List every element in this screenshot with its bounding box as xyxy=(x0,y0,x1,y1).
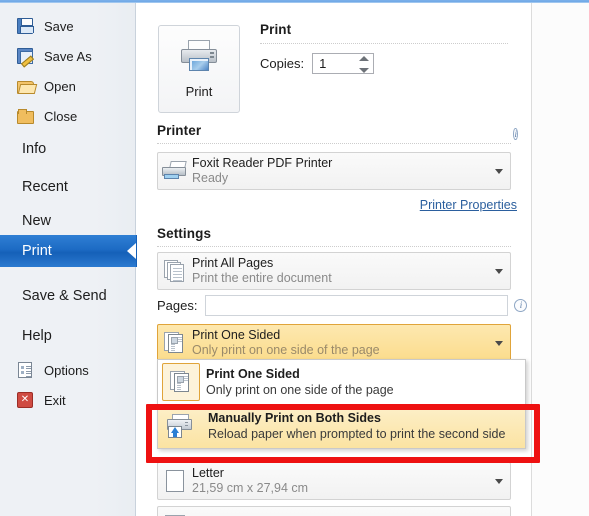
page-stack-icon xyxy=(158,260,192,282)
printer-properties-link[interactable]: Printer Properties xyxy=(420,198,517,212)
printer-name: Foxit Reader PDF Printer xyxy=(192,156,333,170)
printer-section-title: Printer xyxy=(157,123,202,138)
chevron-down-icon[interactable] xyxy=(488,340,510,346)
sidebar-item-recent[interactable]: Recent xyxy=(0,172,136,202)
settings-section-rule xyxy=(157,246,511,247)
printer-section-rule xyxy=(157,143,511,144)
printer-select[interactable]: Foxit Reader PDF Printer Ready xyxy=(157,152,511,190)
copies-row: Copies: xyxy=(260,53,375,74)
copies-spinner-arrows[interactable] xyxy=(359,56,370,73)
spinner-up-icon[interactable] xyxy=(359,56,370,61)
print-sides-primary: Print One Sided xyxy=(192,328,281,342)
sidebar-item-label: Print xyxy=(22,243,52,259)
sidebar-item-save-and-send[interactable]: Save & Send xyxy=(0,281,136,311)
sidebar-item-label: Recent xyxy=(22,179,68,195)
open-folder-icon xyxy=(14,75,36,97)
printer-device-icon xyxy=(158,161,192,181)
sidebar-item-info[interactable]: Info xyxy=(0,134,136,164)
dropdown-option-title: Print One Sided xyxy=(206,367,300,381)
paper-size-primary: Letter xyxy=(192,466,224,480)
settings-section-title: Settings xyxy=(157,226,212,241)
sidebar-item-label: Open xyxy=(44,78,76,94)
paper-size-select[interactable]: Letter 21,59 cm x 27,94 cm xyxy=(157,462,511,500)
sidebar-item-label: Save xyxy=(44,18,74,34)
print-sides-select[interactable]: Print One Sided Only print on one side o… xyxy=(157,324,511,362)
sidebar-item-label: Save & Send xyxy=(22,288,107,304)
sidebar-item-label: Info xyxy=(22,141,47,157)
sidebar-item-help[interactable]: Help xyxy=(0,321,136,351)
print-button[interactable]: Print xyxy=(158,25,240,113)
dropdown-option-desc: Only print on one side of the page xyxy=(206,383,394,397)
sidebar-item-label: Help xyxy=(22,328,52,344)
page-range-select[interactable]: Print All Pages Print the entire documen… xyxy=(157,252,511,290)
dropdown-option-one-sided[interactable]: Print One Sided Only print on one side o… xyxy=(158,360,525,404)
save-as-icon xyxy=(14,45,36,67)
dropdown-option-manual-duplex[interactable]: Manually Print on Both Sides Reload pape… xyxy=(158,404,525,448)
print-sides-secondary: Only print on one side of the page xyxy=(192,343,380,357)
pages-row: Pages: i xyxy=(157,295,528,316)
chevron-down-icon[interactable] xyxy=(488,268,510,274)
copies-stepper[interactable] xyxy=(312,53,375,74)
one-sided-page-icon xyxy=(162,363,200,401)
print-button-label: Print xyxy=(185,83,213,99)
sidebar-item-open[interactable]: Open xyxy=(0,71,136,101)
sidebar-item-close[interactable]: Close xyxy=(0,101,136,131)
dropdown-option-title: Manually Print on Both Sides xyxy=(208,411,381,425)
sidebar-item-print[interactable]: Print xyxy=(0,235,137,267)
printer-icon xyxy=(180,39,218,74)
paper-page-icon xyxy=(158,470,192,492)
print-sides-dropdown: Print One Sided Only print on one side o… xyxy=(157,359,526,449)
chevron-down-icon[interactable] xyxy=(488,168,510,174)
exit-icon xyxy=(14,389,36,411)
sidebar-item-options[interactable]: Options xyxy=(0,355,136,385)
pages-input[interactable] xyxy=(205,295,509,316)
options-icon xyxy=(14,359,36,381)
dropdown-option-desc: Reload paper when prompted to print the … xyxy=(208,427,506,441)
print-section-title: Print xyxy=(260,22,292,37)
preview-pane xyxy=(532,3,589,516)
page-range-secondary: Print the entire document xyxy=(192,271,332,285)
sidebar-item-new[interactable]: New xyxy=(0,206,136,236)
chevron-down-icon[interactable] xyxy=(488,478,510,484)
sidebar-item-label: Options xyxy=(44,362,89,378)
sidebar-item-label: Save As xyxy=(44,48,92,64)
sidebar-item-save[interactable]: Save xyxy=(0,11,136,41)
sidebar-item-save-as[interactable]: Save As xyxy=(0,41,136,71)
print-section-rule xyxy=(260,43,508,44)
printer-info-icon[interactable]: i xyxy=(513,124,518,142)
sidebar-item-label: Exit xyxy=(44,392,66,408)
page-range-primary: Print All Pages xyxy=(192,256,274,270)
close-folder-icon xyxy=(14,105,36,127)
margins-select[interactable]: Custom Margins xyxy=(157,506,511,516)
printer-status: Ready xyxy=(192,171,229,185)
copies-label: Copies: xyxy=(260,56,305,71)
sidebar-item-label: New xyxy=(22,213,52,229)
copies-input[interactable] xyxy=(317,55,358,72)
backstage-sidebar: Save Save As Open Close Info Recent New … xyxy=(0,3,137,516)
sidebar-item-label: Close xyxy=(44,108,78,124)
print-backstage-window: Save Save As Open Close Info Recent New … xyxy=(0,0,589,516)
floppy-disk-icon xyxy=(14,15,36,37)
sidebar-item-exit[interactable]: Exit xyxy=(0,385,136,415)
selected-tab-notch xyxy=(127,243,136,259)
paper-size-secondary: 21,59 cm x 27,94 cm xyxy=(192,481,309,495)
one-sided-page-icon xyxy=(158,332,192,354)
duplex-printer-icon xyxy=(158,414,202,438)
spinner-down-icon[interactable] xyxy=(359,68,370,73)
pages-info-icon[interactable]: i xyxy=(514,299,528,312)
pages-label: Pages: xyxy=(157,298,198,313)
